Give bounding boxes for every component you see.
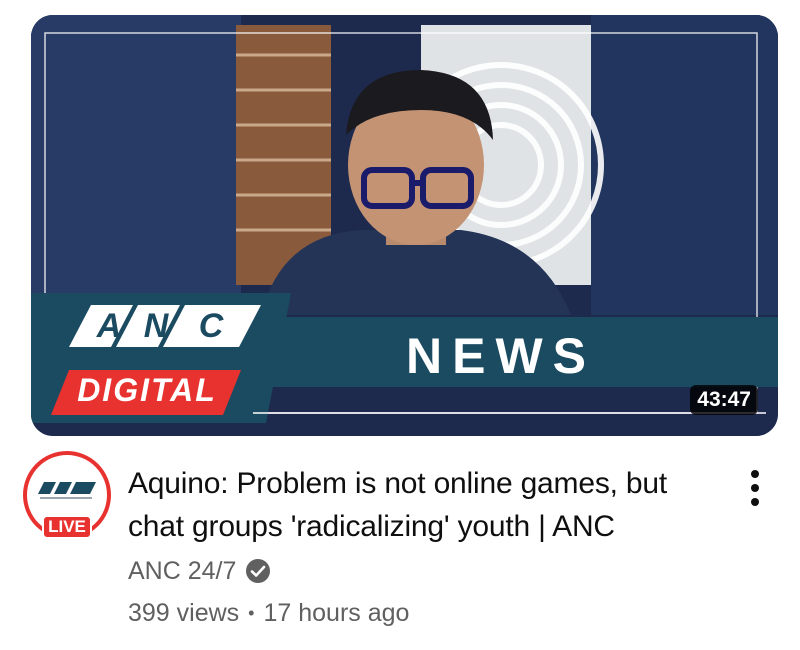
channel-avatar[interactable]: LIVE bbox=[23, 451, 111, 539]
anc-logo-letter-n: N bbox=[143, 307, 169, 345]
upload-age: 17 hours ago bbox=[263, 599, 410, 627]
video-title[interactable]: Aquino: Problem is not online games, but… bbox=[128, 462, 728, 548]
anc-digital-label: DIGITAL bbox=[77, 372, 217, 408]
live-badge: LIVE bbox=[42, 515, 92, 539]
channel-name[interactable]: ANC 24/7 bbox=[128, 557, 236, 586]
anc-logo-letter-a: A bbox=[96, 307, 122, 345]
anc-logo-letter-c: C bbox=[198, 307, 224, 345]
more-vert-icon[interactable] bbox=[740, 470, 770, 510]
channel-row: ANC 24/7 bbox=[128, 555, 271, 587]
video-thumbnail[interactable]: A N C DIGITAL NEWS 43:47 bbox=[31, 15, 778, 436]
check-circle-icon bbox=[246, 559, 271, 583]
video-metadata: 399 views • 17 hours ago bbox=[128, 599, 409, 628]
news-label: NEWS bbox=[406, 328, 596, 384]
video-duration-badge: 43:47 bbox=[690, 385, 758, 415]
anc-avatar-logo bbox=[38, 482, 96, 499]
meta-separator: • bbox=[248, 603, 255, 623]
view-count: 399 views bbox=[128, 599, 240, 627]
